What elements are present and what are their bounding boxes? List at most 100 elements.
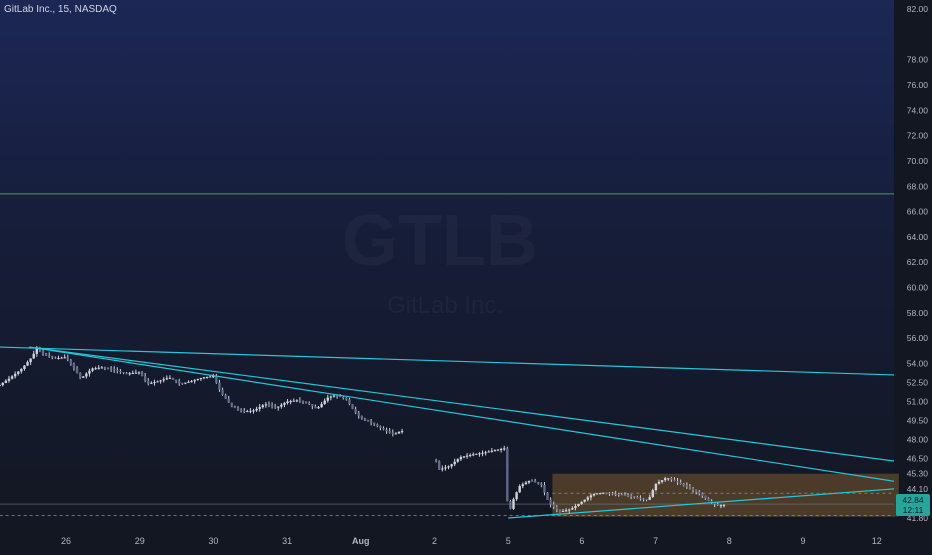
candle-body-222 (716, 504, 720, 506)
candle-body-168 (549, 499, 552, 505)
candle-body-76 (233, 406, 237, 408)
candle-body-63 (193, 380, 196, 382)
candle-body-121 (373, 422, 376, 425)
price-chart[interactable]: GTLB GitLab Inc. 82.00 78.00 76.00 74.00 72.… (0, 0, 932, 550)
candle-body-53 (162, 379, 165, 381)
candle-body-189 (614, 493, 617, 495)
candle-body-185 (602, 492, 605, 494)
candle-body-143 (472, 454, 475, 456)
candle-body-17 (51, 356, 54, 358)
candle-body-52 (159, 380, 162, 382)
candle-body-149 (490, 450, 494, 452)
candle-body-153 (503, 448, 506, 450)
candle-body-20 (60, 357, 63, 359)
candle-body-127 (391, 432, 394, 434)
candle-body-70 (215, 376, 218, 383)
price-tick-label-11: 58.00 (907, 308, 929, 318)
candle-body-75 (230, 402, 234, 407)
time-tick-label-5: 2 (432, 536, 437, 546)
watermark-subtitle: GitLab Inc. (387, 292, 503, 319)
candle-body-178 (580, 501, 583, 504)
candle-body-64 (196, 379, 199, 381)
candle-body-109 (335, 395, 339, 397)
candle-body-33 (100, 367, 104, 369)
candle-body-218 (704, 495, 707, 499)
candle-body-102 (314, 406, 317, 409)
candle-body-2 (4, 380, 8, 383)
candle-body-10 (29, 358, 32, 363)
candle-body-19 (57, 358, 60, 360)
candle-body-146 (481, 452, 484, 454)
candle-body-37 (112, 369, 116, 371)
candle-body-141 (465, 455, 469, 457)
candle-body-201 (651, 490, 654, 497)
candle-body-196 (636, 497, 639, 499)
price-tick-label-7: 66.00 (907, 207, 929, 217)
candle-body-167 (546, 492, 549, 500)
candle-body-152 (499, 448, 503, 450)
candle-body-203 (657, 481, 661, 484)
candle-body-215 (694, 490, 698, 492)
candle-body-164 (537, 482, 540, 484)
candle-body-5 (13, 373, 17, 377)
candle-body-29 (88, 370, 91, 374)
candle-body-101 (311, 404, 314, 407)
candle-body-180 (586, 497, 589, 500)
candle-body-83 (255, 408, 258, 411)
time-tick-label-3: 31 (282, 536, 292, 546)
candle-body-36 (109, 368, 113, 370)
candle-body-205 (663, 478, 667, 481)
candle-body-137 (453, 461, 456, 465)
candle-body-99 (304, 401, 308, 403)
candle-body-15 (44, 353, 48, 356)
candle-body-117 (360, 415, 364, 419)
candle-body-89 (273, 406, 277, 408)
candle-body-44 (134, 372, 138, 374)
candle-body-160 (524, 482, 528, 485)
candle-body-35 (106, 367, 110, 369)
candle-body-183 (595, 493, 599, 495)
candle-body-81 (249, 410, 252, 412)
candle-body-179 (583, 499, 586, 502)
candle-body-223 (719, 505, 723, 507)
candle-body-73 (224, 394, 227, 399)
candle-body-98 (301, 400, 305, 402)
candle-body-136 (450, 464, 453, 467)
candle-body-202 (654, 483, 658, 491)
candle-body-200 (648, 496, 651, 500)
price-tick-label-14: 52.50 (907, 378, 929, 388)
candle-body-14 (41, 350, 45, 354)
candle-body-21 (63, 357, 66, 359)
candle-body-18 (54, 357, 57, 359)
candle-body-103 (317, 407, 320, 409)
chart-container[interactable]: GTLB GitLab Inc. 82.00 78.00 76.00 74.00 72.… (0, 0, 932, 550)
candle-body-115 (354, 409, 357, 413)
candle-body-50 (153, 382, 156, 384)
time-tick-label-9: 8 (727, 536, 732, 546)
candle-body-135 (447, 466, 450, 468)
candle-body-210 (679, 482, 682, 484)
candle-body-60 (184, 382, 187, 384)
price-tick-label-17: 48.00 (907, 434, 929, 444)
candle-body-116 (357, 412, 360, 416)
candle-body-92 (283, 403, 286, 405)
candle-body-157 (515, 492, 518, 500)
candle-body-82 (252, 410, 255, 412)
candle-body-91 (280, 404, 283, 407)
candle-body-45 (137, 372, 141, 374)
candle-body-23 (69, 359, 73, 364)
candle-body-30 (91, 368, 94, 371)
candle-body-59 (181, 383, 184, 385)
candle-body-27 (82, 376, 85, 378)
time-tick-label-0: 26 (61, 536, 71, 546)
candle-body-79 (243, 410, 246, 412)
candle-body-159 (521, 484, 524, 487)
candle-body-38 (116, 369, 119, 372)
candle-body-100 (308, 402, 311, 405)
candle-body-9 (26, 362, 29, 366)
candle-body-147 (484, 452, 487, 454)
price-tick-label-8: 64.00 (907, 232, 929, 242)
candle-body-1 (1, 382, 4, 386)
candle-body-87 (267, 404, 271, 406)
candle-body-208 (673, 479, 676, 482)
